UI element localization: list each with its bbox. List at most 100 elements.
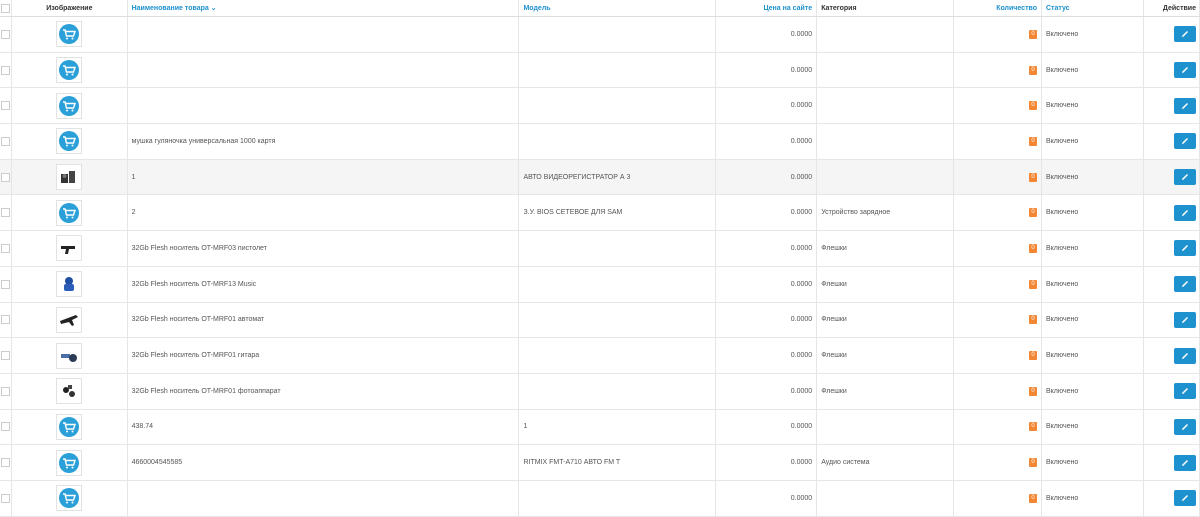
product-price: 0.0000 [715, 87, 818, 125]
edit-button[interactable] [1174, 454, 1196, 471]
column-header-name[interactable]: Наименование товара ⌄ [127, 0, 520, 17]
pistol-flash-photo [56, 235, 83, 262]
quantity-badge: 0 [1028, 493, 1037, 503]
table-row[interactable]: 32Gb Flesh носитель OT-MRF01 гитара 0.000… [0, 337, 1200, 374]
row-checkbox[interactable] [1, 101, 11, 111]
image-cell [11, 87, 128, 125]
product-category: Флешки [816, 230, 954, 267]
action-cell [1143, 444, 1200, 481]
product-table: Изображение Наименование товара ⌄ Модель… [0, 0, 1200, 517]
row-checkbox[interactable] [1, 172, 11, 182]
product-status: Включено [1041, 337, 1145, 374]
row-select-cell [0, 409, 13, 446]
quantity-badge: 0 [1028, 29, 1037, 39]
product-name: 438.74 [127, 409, 520, 446]
row-checkbox[interactable] [1, 29, 11, 39]
row-checkbox[interactable] [1, 208, 11, 218]
table-row[interactable]: мушка гуляночка универсальная 1000 картя… [0, 123, 1200, 160]
table-row[interactable]: 438.74 1 0.0000 0 Включено [0, 409, 1200, 446]
edit-button[interactable] [1174, 204, 1196, 221]
row-select-cell [0, 87, 13, 125]
table-row[interactable]: 2 З.У. BIOS СЕТЕВОЕ ДЛЯ SAM 0.0000 Устройст… [0, 194, 1200, 232]
row-checkbox[interactable] [1, 243, 11, 253]
row-select-cell [0, 230, 13, 267]
edit-button[interactable] [1174, 133, 1196, 150]
table-row[interactable]: 0.0000 0 Включено [0, 16, 1200, 53]
table-row[interactable]: 0.0000 0 Включено [0, 52, 1200, 89]
product-status: Включено [1041, 409, 1145, 446]
action-cell [1143, 480, 1200, 517]
product-category [816, 52, 954, 89]
image-cell [11, 480, 128, 517]
edit-button[interactable] [1174, 240, 1196, 257]
table-row[interactable]: 32Gb Flesh носитель OT-MRF01 фотоаппарат… [0, 373, 1200, 410]
row-checkbox[interactable] [1, 315, 11, 325]
row-checkbox[interactable] [1, 386, 11, 396]
product-category: Устройство зарядное [816, 194, 954, 232]
product-price: 0.0000 [715, 337, 818, 374]
row-select-cell [0, 52, 13, 89]
product-status: Включено [1041, 266, 1145, 303]
product-status: Включено [1041, 194, 1145, 232]
edit-button[interactable] [1174, 62, 1196, 79]
table-row[interactable]: 32Gb Flesh носитель OT-MRF13 Music 0.0000… [0, 266, 1200, 303]
quantity-badge: 0 [1028, 458, 1037, 468]
product-name: 2 [127, 194, 520, 232]
product-category [816, 123, 954, 160]
row-checkbox[interactable] [1, 65, 11, 75]
table-row[interactable]: 0.0000 0 Включено [0, 480, 1200, 517]
product-name: 4660004545585 [127, 444, 520, 481]
row-checkbox[interactable] [1, 279, 11, 289]
column-header-action: Действие [1143, 0, 1200, 17]
table-row[interactable]: 32Gb Flesh носитель OT-MRF01 автомат 0.00… [0, 302, 1200, 339]
product-model: АВТО ВИДЕОРЕГИСТРАТОР А 3 [518, 159, 716, 196]
action-cell [1143, 373, 1200, 410]
product-model [518, 123, 716, 160]
product-price: 0.0000 [715, 194, 818, 232]
product-model [518, 230, 716, 267]
product-model [518, 337, 716, 374]
action-cell [1143, 123, 1200, 160]
action-cell [1143, 159, 1200, 196]
row-checkbox[interactable] [1, 458, 11, 468]
image-cell [11, 373, 128, 410]
table-row[interactable]: 4660004545585 RITMIX FMT-A710 АВТО FM T 0.… [0, 444, 1200, 481]
column-header-status[interactable]: Статус [1041, 0, 1145, 17]
row-checkbox[interactable] [1, 493, 11, 503]
product-name: 32Gb Flesh носитель OT-MRF03 пистолет [127, 230, 520, 267]
product-model [518, 373, 716, 410]
edit-button[interactable] [1174, 97, 1196, 114]
row-checkbox[interactable] [1, 136, 11, 146]
product-name [127, 52, 520, 89]
table-row[interactable]: 0.0000 0 Включено [0, 87, 1200, 125]
cart-placeholder-icon [56, 128, 83, 155]
edit-button[interactable] [1174, 383, 1196, 400]
edit-button[interactable] [1174, 276, 1196, 293]
quantity-badge: 0 [1028, 136, 1037, 146]
column-header-model[interactable]: Модель [518, 0, 716, 17]
quantity-cell: 0 [953, 230, 1042, 267]
table-row[interactable]: 1 АВТО ВИДЕОРЕГИСТРАТОР А 3 0.0000 0 Включен… [0, 159, 1200, 196]
row-checkbox[interactable] [1, 422, 11, 432]
product-price: 0.0000 [715, 266, 818, 303]
quantity-cell: 0 [953, 159, 1042, 196]
image-cell [11, 302, 128, 339]
column-header-price[interactable]: Цена на сайте [715, 0, 818, 17]
product-status: Включено [1041, 373, 1145, 410]
product-model [518, 266, 716, 303]
product-price: 0.0000 [715, 52, 818, 89]
product-category: Флешки [816, 302, 954, 339]
edit-button[interactable] [1174, 311, 1196, 328]
column-header-quantity[interactable]: Количество [953, 0, 1042, 17]
row-select-cell [0, 337, 13, 374]
edit-button[interactable] [1174, 169, 1196, 186]
image-cell [11, 16, 128, 53]
row-checkbox[interactable] [1, 351, 11, 361]
edit-button[interactable] [1174, 490, 1196, 507]
edit-button[interactable] [1174, 26, 1196, 43]
edit-button[interactable] [1174, 418, 1196, 435]
product-category: Аудио система [816, 444, 954, 481]
table-row[interactable]: 32Gb Flesh носитель OT-MRF03 пистолет 0.0… [0, 230, 1200, 267]
select-all-checkbox[interactable] [1, 3, 11, 13]
edit-button[interactable] [1174, 347, 1196, 364]
